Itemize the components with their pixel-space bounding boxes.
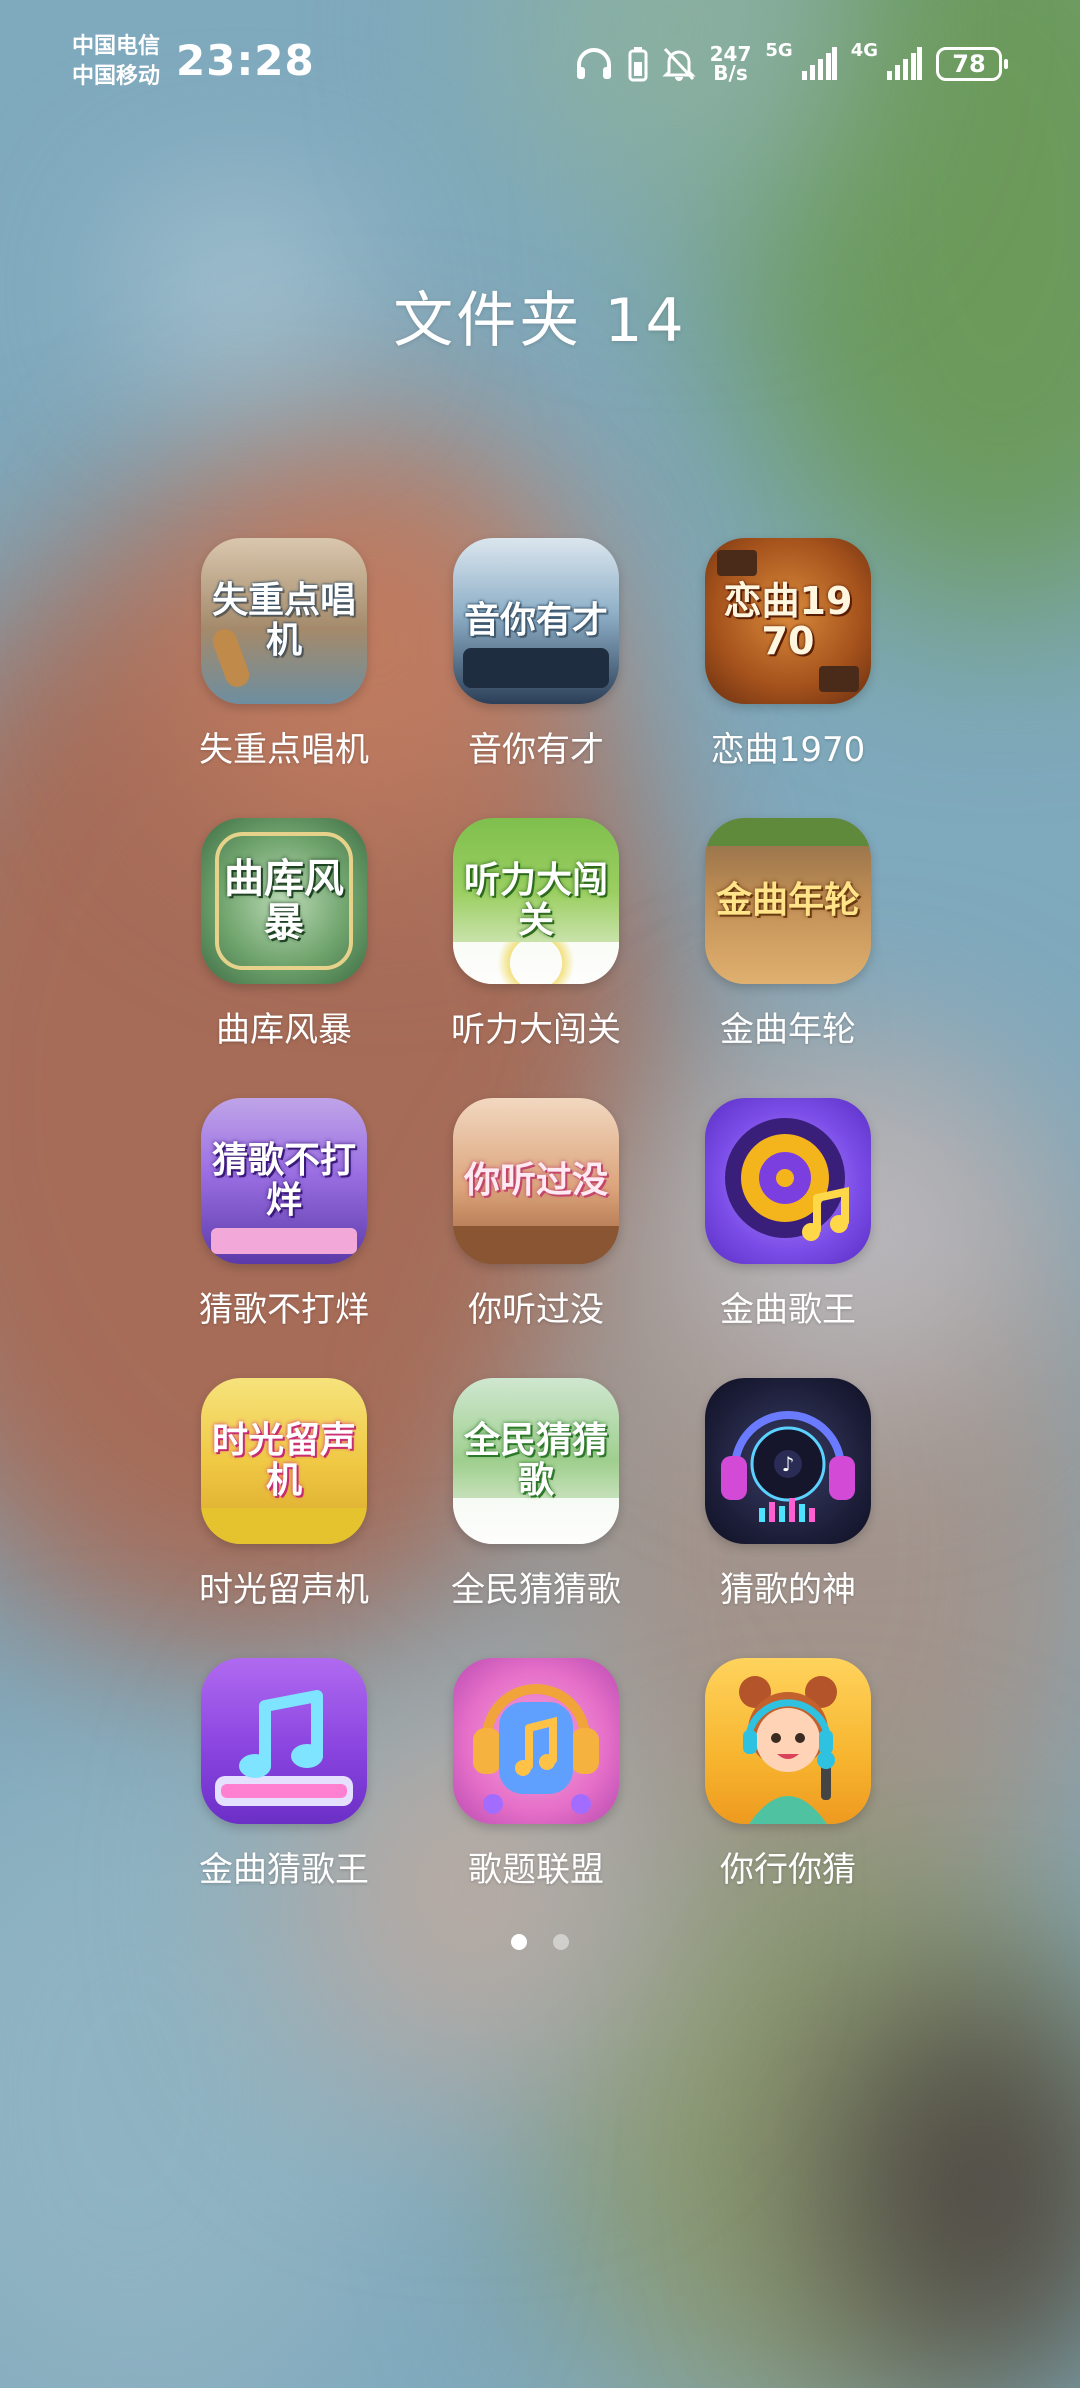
app-icon[interactable]: 你听过没 — [453, 1098, 619, 1264]
page-dot-inactive[interactable] — [553, 1934, 569, 1950]
app-label: 失重点唱机 — [199, 730, 369, 770]
battery-level: 78 — [952, 50, 986, 78]
signal-1-icon — [801, 47, 837, 81]
app-label: 你行你猜 — [720, 1850, 856, 1890]
app-label: 猜歌的神 — [720, 1570, 856, 1610]
app-label: 金曲年轮 — [720, 1010, 856, 1050]
app-icon[interactable]: 恋曲1970 — [705, 538, 871, 704]
battery-saver-icon — [628, 46, 648, 82]
mute-bell-icon — [662, 46, 696, 82]
headphones-icon — [574, 47, 614, 81]
app-失重点唱机[interactable]: 失重点唱机 失重点唱机 — [158, 538, 410, 818]
app-icon[interactable]: 音你有才 — [453, 538, 619, 704]
app-恋曲1970[interactable]: 恋曲1970 恋曲1970 — [662, 538, 914, 818]
app-icon[interactable]: ♪ — [705, 1378, 871, 1544]
folder-app-grid: 失重点唱机 失重点唱机 音你有才 音你有才 恋曲1970 恋曲1970 曲库风暴… — [158, 538, 914, 1938]
app-label: 全民猜猜歌 — [451, 1570, 621, 1610]
battery-icon: 78 — [936, 47, 1008, 81]
app-label: 恋曲1970 — [710, 730, 866, 770]
app-曲库风暴[interactable]: 曲库风暴 曲库风暴 — [158, 818, 410, 1098]
clock: 23:28 — [176, 36, 315, 85]
app-icon[interactable]: 猜歌不打烊 — [201, 1098, 367, 1264]
app-label: 听力大闯关 — [451, 1010, 621, 1050]
app-icon[interactable]: 时光留声机 — [201, 1378, 367, 1544]
app-label: 曲库风暴 — [216, 1010, 352, 1050]
signal-2-icon — [886, 47, 922, 81]
app-icon[interactable]: 全民猜猜歌 — [453, 1378, 619, 1544]
app-icon[interactable]: 听力大闯关 — [453, 818, 619, 984]
app-label: 猜歌不打烊 — [199, 1290, 369, 1330]
folder-title[interactable]: 文件夹 14 — [0, 272, 1080, 359]
signal-2-label: 4G — [850, 40, 878, 61]
status-bar: 中国电信 中国移动 23:28 247 B/s 5G 4G 78 — [0, 0, 1080, 110]
app-label: 歌题联盟 — [468, 1850, 604, 1890]
app-label: 音你有才 — [468, 730, 604, 770]
carrier-info: 中国电信 中国移动 — [72, 32, 160, 92]
app-听力大闯关[interactable]: 听力大闯关 听力大闯关 — [410, 818, 662, 1098]
app-时光留声机[interactable]: 时光留声机 时光留声机 — [158, 1378, 410, 1658]
app-icon[interactable] — [453, 1658, 619, 1824]
app-icon[interactable]: 曲库风暴 — [201, 818, 367, 984]
app-icon[interactable] — [705, 1658, 871, 1824]
app-你听过没[interactable]: 你听过没 你听过没 — [410, 1098, 662, 1378]
app-猜歌的神[interactable]: ♪ 猜歌的神 — [662, 1378, 914, 1658]
app-猜歌不打烊[interactable]: 猜歌不打烊 猜歌不打烊 — [158, 1098, 410, 1378]
network-speed: 247 B/s — [710, 44, 752, 85]
app-音你有才[interactable]: 音你有才 音你有才 — [410, 538, 662, 818]
network-speed-unit: B/s — [713, 61, 748, 85]
app-icon[interactable] — [201, 1658, 367, 1824]
app-label: 金曲歌王 — [720, 1290, 856, 1330]
page-indicator[interactable] — [0, 1934, 1080, 1950]
app-金曲年轮[interactable]: 金曲年轮 金曲年轮 — [662, 818, 914, 1098]
app-label: 你听过没 — [468, 1290, 604, 1330]
app-歌题联盟[interactable]: 歌题联盟 — [410, 1658, 662, 1938]
app-icon[interactable]: 金曲年轮 — [705, 818, 871, 984]
app-金曲猜歌王[interactable]: 金曲猜歌王 — [158, 1658, 410, 1938]
carrier-1: 中国电信 — [72, 34, 161, 59]
app-label: 时光留声机 — [199, 1570, 369, 1610]
carrier-2: 中国移动 — [72, 64, 161, 89]
app-icon[interactable]: 失重点唱机 — [201, 538, 367, 704]
page-dot-active[interactable] — [511, 1934, 527, 1950]
app-金曲歌王[interactable]: 金曲歌王 — [662, 1098, 914, 1378]
app-全民猜猜歌[interactable]: 全民猜猜歌 全民猜猜歌 — [410, 1378, 662, 1658]
app-label: 金曲猜歌王 — [199, 1850, 369, 1890]
app-你行你猜[interactable]: 你行你猜 — [662, 1658, 914, 1938]
signal-1-label: 5G — [765, 40, 793, 61]
app-icon[interactable] — [705, 1098, 871, 1264]
status-icons: 247 B/s 5G 4G 78 — [574, 40, 1008, 88]
